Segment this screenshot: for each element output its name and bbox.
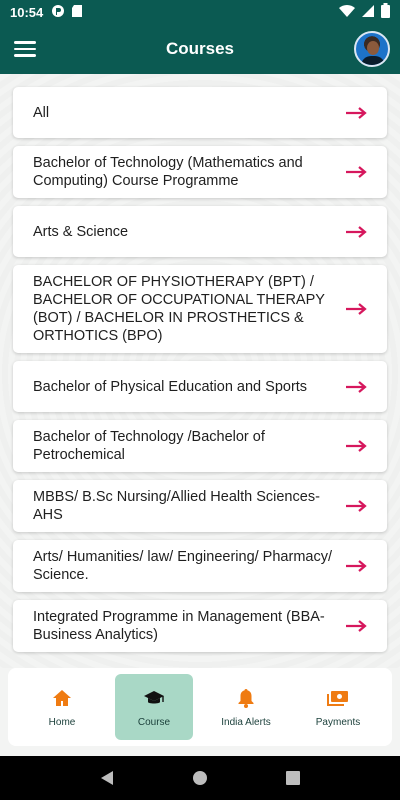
arrow-right-icon (346, 380, 367, 393)
graduation-cap-icon (143, 687, 165, 709)
nav-course[interactable]: Course (115, 674, 193, 740)
course-label: Arts & Science (33, 223, 129, 240)
arrow-right-icon (346, 166, 367, 178)
nav-india-alerts-label: India Alerts (221, 716, 271, 728)
wifi-icon (339, 4, 355, 21)
arrow-right-icon (346, 106, 367, 119)
arrow-right-icon (346, 225, 367, 238)
home-circle-icon[interactable] (190, 768, 210, 788)
bell-icon (235, 687, 257, 709)
nav-home[interactable]: Home (23, 674, 101, 740)
nav-india-alerts[interactable]: India Alerts (207, 674, 285, 740)
nav-home-label: Home (48, 716, 76, 728)
course-label: MBBS/ B.Sc Nursing/Allied Health Science… (33, 489, 320, 523)
battery-icon (381, 3, 390, 21)
arrow-right-icon (346, 500, 367, 512)
course-label: BACHELOR OF PHYSIOTHERAPY (BPT) / BACHEL… (33, 274, 325, 344)
course-item[interactable]: Bachelor of Technology /Bachelor of Petr… (13, 420, 387, 472)
course-item[interactable]: MBBS/ B.Sc Nursing/Allied Health Science… (13, 480, 387, 532)
course-label: Bachelor of Physical Education and Sport… (33, 378, 308, 395)
course-list-container: All Bachelor of Technology (Mathematics … (0, 74, 400, 668)
back-icon[interactable] (97, 768, 117, 788)
course-item[interactable]: Arts & Science (13, 206, 387, 257)
menu-icon[interactable] (14, 38, 36, 60)
system-navigation-bar (0, 756, 400, 800)
course-label: Arts/ Humanities/ law/ Engineering/ Phar… (33, 549, 332, 583)
course-item[interactable]: Integrated Programme in Management (BBA-… (13, 600, 387, 652)
course-item[interactable]: Arts/ Humanities/ law/ Engineering/ Phar… (13, 540, 387, 592)
nav-payments[interactable]: Payments (299, 674, 377, 740)
nav-payments-label: Payments (315, 716, 361, 728)
course-label: Bachelor of Technology /Bachelor of Petr… (33, 429, 265, 463)
course-item[interactable]: Bachelor of Physical Education and Sport… (13, 361, 387, 412)
signal-icon (361, 4, 375, 21)
status-bar: 10:54 (0, 0, 400, 24)
recents-icon[interactable] (283, 768, 303, 788)
app-bar: Courses (0, 24, 400, 74)
app-notification-icon (51, 4, 65, 21)
course-list: All Bachelor of Technology (Mathematics … (0, 74, 400, 652)
course-label: Integrated Programme in Management (BBA-… (33, 609, 325, 643)
page-title: Courses (165, 39, 235, 58)
course-item[interactable]: Bachelor of Technology (Mathematics and … (13, 146, 387, 198)
arrow-right-icon (346, 560, 367, 572)
home-icon (51, 687, 73, 709)
avatar[interactable] (354, 31, 390, 67)
course-item[interactable]: All (13, 87, 387, 138)
sd-card-icon (71, 4, 83, 21)
status-time: 10:54 (10, 4, 44, 20)
arrow-right-icon (346, 303, 367, 315)
bottom-nav: Home Course India Alerts Payments (8, 668, 392, 746)
course-label: All (33, 104, 50, 121)
nav-course-label: Course (137, 716, 171, 728)
course-label: Bachelor of Technology (Mathematics and … (33, 155, 303, 189)
course-item[interactable]: BACHELOR OF PHYSIOTHERAPY (BPT) / BACHEL… (13, 265, 387, 353)
arrow-right-icon (346, 440, 367, 452)
arrow-right-icon (346, 620, 367, 632)
payments-icon (327, 687, 349, 709)
